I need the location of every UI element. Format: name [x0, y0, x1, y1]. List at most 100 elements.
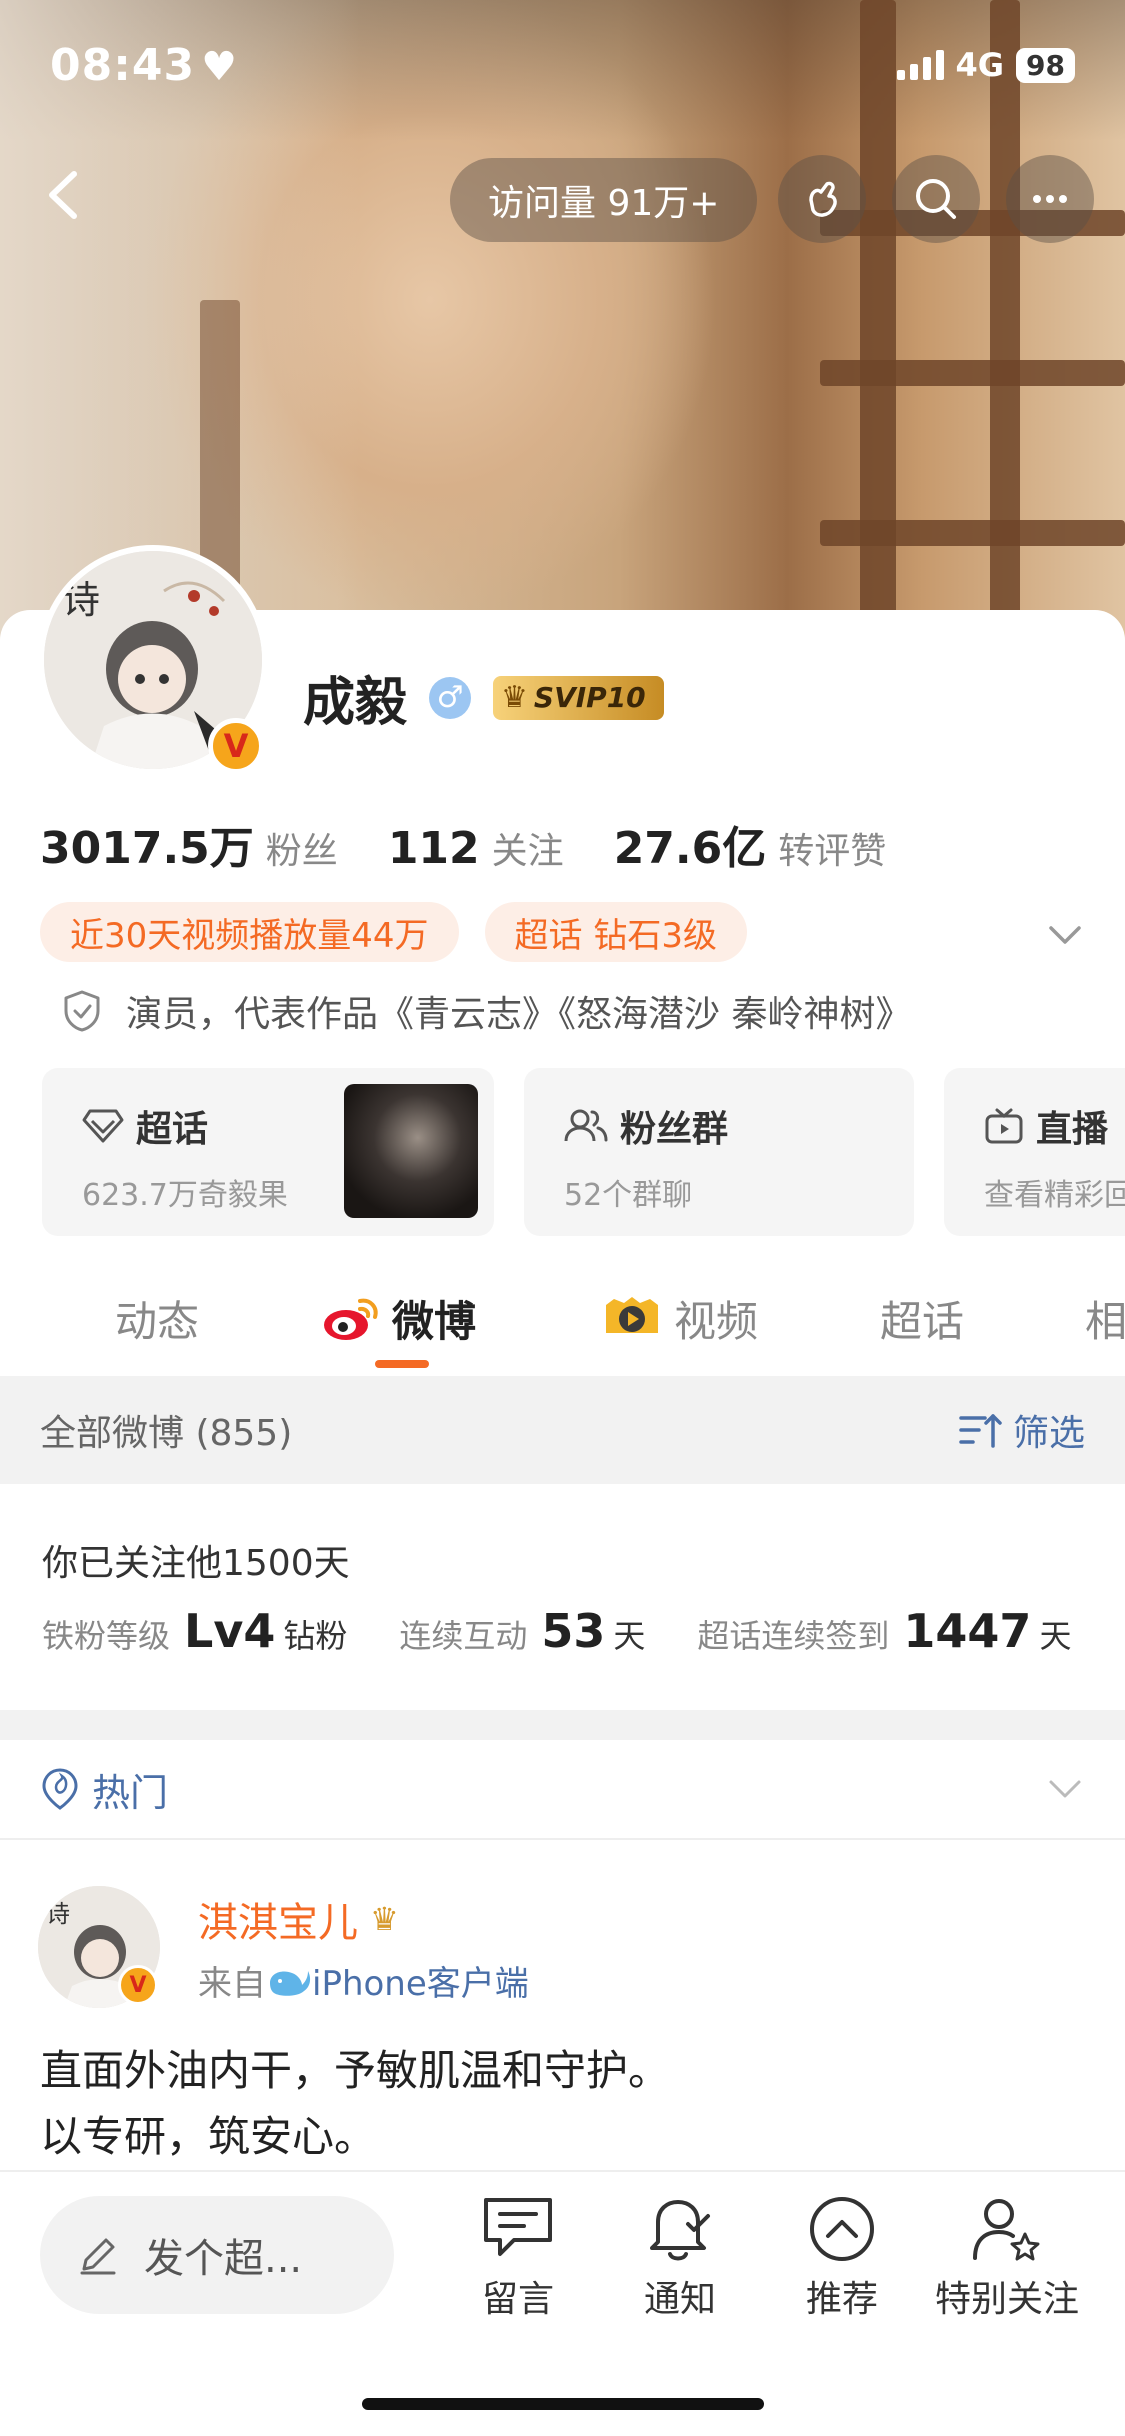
stat-label: 转评赞 [778, 831, 887, 872]
male-gender-icon: ♂ [429, 676, 472, 719]
back-button[interactable] [30, 160, 100, 230]
compose-button[interactable]: 发个超... [40, 2196, 394, 2314]
tab-video[interactable]: 视频 [602, 1288, 758, 1349]
post-text-line: 以专研，筑安心。 [40, 2112, 377, 2161]
status-bar: 08:43 ♥ 4G 98 [0, 0, 1125, 140]
stat-value: 3017.5万 [40, 823, 254, 874]
tab-weibo[interactable]: 微博 [322, 1288, 476, 1349]
profile-bio: 演员，代表作品《青云志》《怒海潜沙 秦岭神树》 [62, 985, 911, 1037]
search-icon [916, 179, 956, 219]
bottom-action-bar: 发个超... 留言 通知 推荐 特别关注 [0, 2170, 1125, 2436]
stat-reposts-likes[interactable]: 27.6亿 转评赞 [614, 812, 887, 876]
feature-title: 直播 [1036, 1109, 1109, 1150]
chevron-down-icon [1049, 1780, 1081, 1798]
user-star-icon [973, 2199, 1040, 2261]
stat-following[interactable]: 112 关注 [388, 822, 564, 874]
active-tab-indicator [375, 1360, 429, 1368]
recommend-button[interactable]: 推荐 [762, 2194, 922, 2322]
support-button[interactable] [778, 155, 866, 243]
post-author[interactable]: 淇淇宝儿 ♛ [198, 1890, 399, 1948]
interact-unit: 天 [613, 1617, 646, 1655]
diamond-icon [82, 1109, 124, 1143]
checkin-unit: 天 [1039, 1617, 1072, 1655]
filter-button[interactable]: 筛选 [959, 1404, 1085, 1456]
feature-title: 超话 [136, 1109, 209, 1150]
tv-icon [985, 1108, 1023, 1144]
source-client[interactable]: iPhone客户端 [312, 1956, 529, 2005]
stat-value: 112 [387, 823, 480, 874]
interact-label: 连续互动 [399, 1617, 528, 1655]
feature-title-row: 粉丝群 [564, 1100, 874, 1152]
section-divider [0, 1710, 1125, 1740]
filter-icon [959, 1414, 1002, 1448]
interact-value: 53 [541, 1604, 606, 1658]
visit-count-pill[interactable]: 访问量 91万+ [450, 158, 758, 242]
shield-check-icon [64, 990, 100, 1032]
filter-label: 筛选 [1012, 1413, 1085, 1454]
fan-level-value: Lv4 [184, 1604, 276, 1658]
checkin-value: 1447 [903, 1604, 1032, 1658]
follow-info-box: 你已关注他1500天 铁粉等级 Lv4 钻粉 连续互动 53 天 超话连续签到 … [0, 1484, 1125, 1710]
tab-album[interactable]: 相册 [1085, 1288, 1125, 1349]
crown-icon: ♛ [370, 1900, 399, 1938]
special-follow-button[interactable]: 特别关注 [922, 2194, 1092, 2322]
profile-tabs: 动态 微博 视频 超话 相册 [0, 1270, 1125, 1370]
feed-filter-bar: 全部微博 (855) 筛选 [0, 1376, 1125, 1484]
status-time-wrap: 08:43 ♥ [50, 40, 238, 91]
tab-label: 微博 [392, 1297, 477, 1346]
hot-section-header[interactable]: 热门 [0, 1740, 1125, 1840]
search-button[interactable] [892, 155, 980, 243]
hot-label: 热门 [92, 1770, 169, 1815]
hot-location-icon [42, 1768, 78, 1810]
name-row: 成毅 ♂ ♛ SVIP10 [303, 660, 664, 735]
status-indicators: 4G 98 [896, 46, 1075, 84]
bio-text: 演员，代表作品《青云志》《怒海潜沙 秦岭神树》 [126, 994, 912, 1035]
post-content[interactable]: 直面外油内干，予敏肌温和守护。 以专研，筑安心。 [40, 2038, 670, 2170]
cover-shelf-rail [820, 520, 1125, 546]
group-icon [564, 1109, 608, 1142]
verified-badge-icon: V [208, 718, 264, 774]
chevron-down-icon [1049, 926, 1081, 944]
notify-button[interactable]: 通知 [600, 2194, 760, 2322]
feature-subtitle: 52个群聊 [564, 1178, 693, 1213]
fan-stats-row: 铁粉等级 Lv4 钻粉 连续互动 53 天 超话连续签到 1447 天 [42, 1604, 1071, 1658]
home-indicator[interactable] [362, 2398, 764, 2410]
svip-badge[interactable]: ♛ SVIP10 [493, 675, 664, 720]
expand-profile-button[interactable] [1045, 915, 1085, 955]
feature-title: 粉丝群 [620, 1109, 729, 1150]
stat-label: 粉丝 [265, 831, 338, 872]
post-author-name: 淇淇宝儿 [198, 1900, 358, 1946]
tab-label: 超话 [880, 1297, 965, 1346]
circle-up-icon [810, 2197, 874, 2261]
live-card[interactable]: 直播 查看精彩回放 [944, 1068, 1125, 1236]
network-type: 4G [955, 46, 1005, 84]
more-button[interactable] [1006, 155, 1094, 243]
video-icon [606, 1296, 658, 1333]
status-time: 08:43 [50, 40, 196, 91]
post-source: 来自 iPhone客户端 [198, 1956, 529, 2005]
super-topic-level-chip[interactable]: 超话 钻石3级 [484, 902, 747, 962]
post-text-line: 直面外油内干，予敏肌温和守护。 [40, 2046, 671, 2095]
super-topic-card[interactable]: 超话 623.7万奇毅果 [42, 1068, 494, 1236]
message-button[interactable]: 留言 [438, 2194, 598, 2322]
post-verified-badge-icon: V [118, 1965, 158, 2005]
fan-group-card[interactable]: 粉丝群 52个群聊 [524, 1068, 914, 1236]
crown-icon: ♛ [501, 680, 528, 715]
stat-label: 关注 [491, 831, 564, 872]
tab-activity[interactable]: 动态 [115, 1288, 199, 1349]
follow-days: 你已关注他1500天 [42, 1543, 350, 1584]
all-weibo-count[interactable]: 全部微博 (855) [40, 1404, 292, 1456]
source-prefix: 来自 [198, 1964, 266, 2004]
fan-level-unit: 钻粉 [283, 1617, 348, 1655]
fan-level-label: 铁粉等级 [42, 1617, 171, 1655]
tab-label: 动态 [115, 1297, 200, 1346]
more-dots-icon [1033, 195, 1067, 203]
stat-followers[interactable]: 3017.5万 粉丝 [40, 812, 338, 876]
bottom-item-label: 通知 [643, 2279, 716, 2320]
bottom-item-label: 留言 [481, 2279, 554, 2320]
video-views-chip[interactable]: 近30天视频播放量44万 [40, 902, 459, 962]
svip-label: SVIP10 [533, 681, 646, 714]
tab-super-topic[interactable]: 超话 [880, 1288, 964, 1349]
bottom-item-label: 推荐 [805, 2279, 878, 2320]
tab-label: 视频 [674, 1297, 759, 1346]
